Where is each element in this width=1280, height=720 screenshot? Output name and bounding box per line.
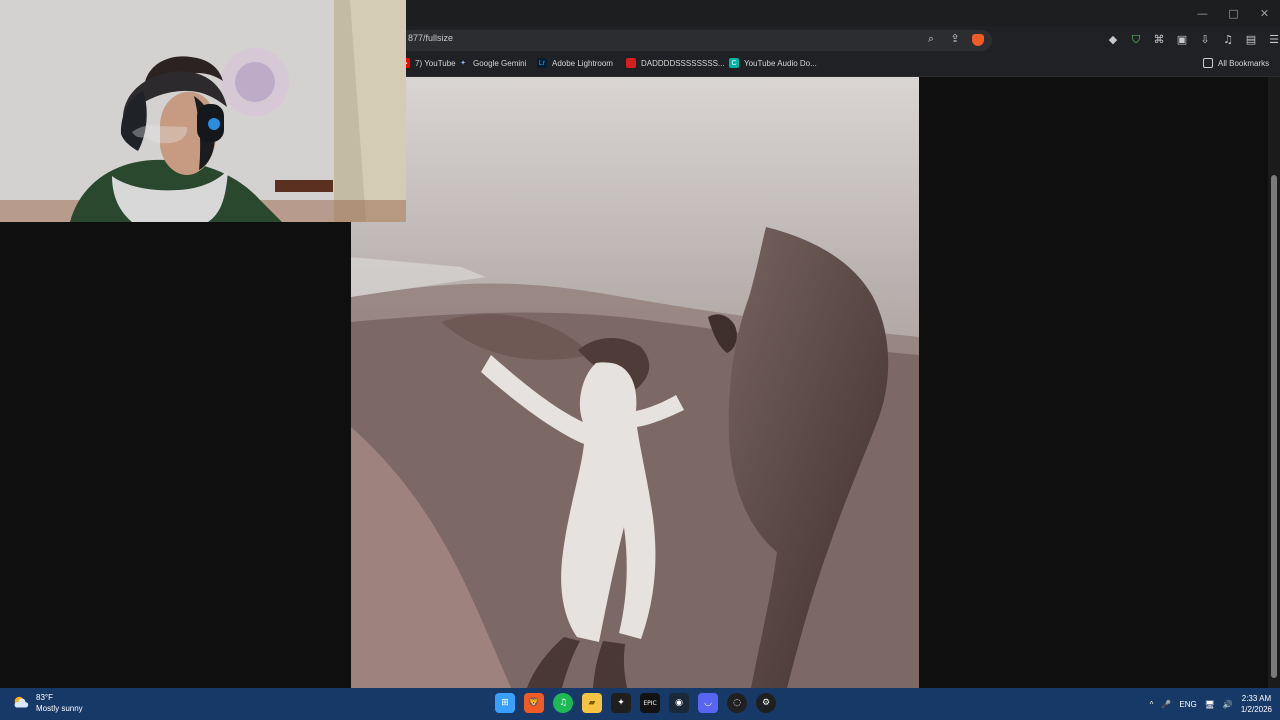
volume-icon[interactable]: 🔊 (1223, 700, 1233, 709)
file-explorer-icon[interactable]: ▰ (582, 693, 602, 713)
vpn-icon[interactable]: ⛉ (1129, 33, 1143, 47)
spotify-icon[interactable]: ♫ (553, 693, 573, 713)
bookmark-gemini[interactable]: ✦ Google Gemini (458, 58, 526, 68)
browser-tools: ◆ ⛉ ⌘ ▣ ⇩ ♫ ▤ ☰ (1106, 33, 1280, 47)
screenshot-icon[interactable]: ▣ (1175, 33, 1189, 47)
music-icon[interactable]: ♫ (1221, 33, 1235, 47)
clock-date: 1/2/2026 (1240, 705, 1272, 714)
bookmark-lightroom[interactable]: Lr Adobe Lightroom (537, 58, 613, 68)
webcam-overlay (0, 0, 406, 222)
system-clock[interactable]: 2:33 AM 1/2/2026 (1241, 693, 1272, 715)
bookmark-dadddd[interactable]: DADDDDSSSSSSSS... (626, 58, 725, 68)
all-bookmarks-label: All Bookmarks (1218, 58, 1270, 68)
folder-icon (1203, 58, 1213, 68)
steam-icon[interactable]: ◉ (669, 693, 689, 713)
sidebar-icon[interactable]: ▤ (1244, 33, 1258, 47)
red-bookmark-icon (626, 58, 636, 68)
address-bar[interactable]: 877/fullsize ⌕ ⇪ (400, 30, 992, 51)
brave-icon[interactable]: 🦁 (524, 693, 544, 713)
bookmark-label: YouTube Audio Do... (744, 58, 817, 68)
bookmark-label: 7) YouTube (415, 58, 456, 68)
weather-temperature: 83°F (36, 693, 53, 702)
tray-overflow-icon[interactable]: ^ (1150, 700, 1154, 709)
lightroom-icon: Lr (537, 58, 547, 68)
brave-shield-icon[interactable] (972, 34, 984, 46)
system-tray: ^ 🎤 ENG 🖥 🔊 2:33 AM 1/2/2026 (1150, 693, 1272, 715)
scrollbar-thumb[interactable] (1271, 175, 1277, 678)
webcam-illustration (0, 0, 406, 222)
address-text[interactable]: 877/fullsize (408, 33, 453, 43)
bookmark-label: DADDDDSSSSSSSS... (641, 58, 725, 68)
gif-illustration (351, 77, 919, 688)
obs-icon[interactable]: ◌ (727, 693, 747, 713)
bookmark-label: Google Gemini (473, 58, 527, 68)
weather-widget[interactable]: 83°F Mostly sunny (12, 692, 83, 714)
maximize-button[interactable]: □ (1218, 0, 1249, 27)
audio-download-icon: C (729, 58, 739, 68)
window-controls: — □ ✕ (1187, 0, 1280, 27)
taskbar-apps: ⊞ 🦁 ♫ ▰ ✦ EPIC ◉ ◡ ◌ ⚙ (495, 693, 776, 713)
share-icon[interactable]: ⇪ (948, 32, 962, 46)
epic-icon[interactable]: EPIC (640, 693, 660, 713)
clock-time: 2:33 AM (1241, 694, 1272, 703)
brave-ai-icon[interactable]: ◆ (1106, 33, 1120, 47)
bookmark-label: Adobe Lightroom (552, 58, 613, 68)
download-icon[interactable]: ⇩ (1198, 33, 1212, 47)
windows-start-icon[interactable]: ⊞ (495, 693, 515, 713)
sun-cloud-icon (14, 696, 29, 708)
settings-icon[interactable]: ⚙ (756, 693, 776, 713)
menu-icon[interactable]: ☰ (1267, 33, 1280, 47)
minimize-button[interactable]: — (1187, 0, 1218, 27)
davinci-icon[interactable]: ✦ (611, 693, 631, 713)
address-actions: ⌕ ⇪ (924, 32, 984, 46)
microphone-icon[interactable]: 🎤 (1161, 700, 1171, 709)
discord-icon[interactable]: ◡ (698, 693, 718, 713)
vertical-scrollbar[interactable] (1268, 77, 1280, 688)
zoom-icon[interactable]: ⌕ (924, 32, 938, 46)
close-button[interactable]: ✕ (1249, 0, 1280, 27)
all-bookmarks-button[interactable]: All Bookmarks (1203, 58, 1269, 68)
desert-gif-image (351, 77, 919, 688)
bookmark-youtube[interactable]: ▶ 7) YouTube (400, 58, 456, 68)
extensions-icon[interactable]: ⌘ (1152, 33, 1166, 47)
weather-description: Mostly sunny (36, 704, 83, 713)
network-icon[interactable]: 🖥 (1205, 700, 1215, 709)
windows-taskbar: 83°F Mostly sunny ⊞ 🦁 ♫ ▰ ✦ EPIC ◉ ◡ ◌ ⚙… (0, 688, 1280, 720)
language-indicator[interactable]: ENG (1179, 700, 1196, 709)
bookmark-youtube-audio[interactable]: C YouTube Audio Do... (729, 58, 817, 68)
gemini-icon: ✦ (460, 60, 466, 67)
